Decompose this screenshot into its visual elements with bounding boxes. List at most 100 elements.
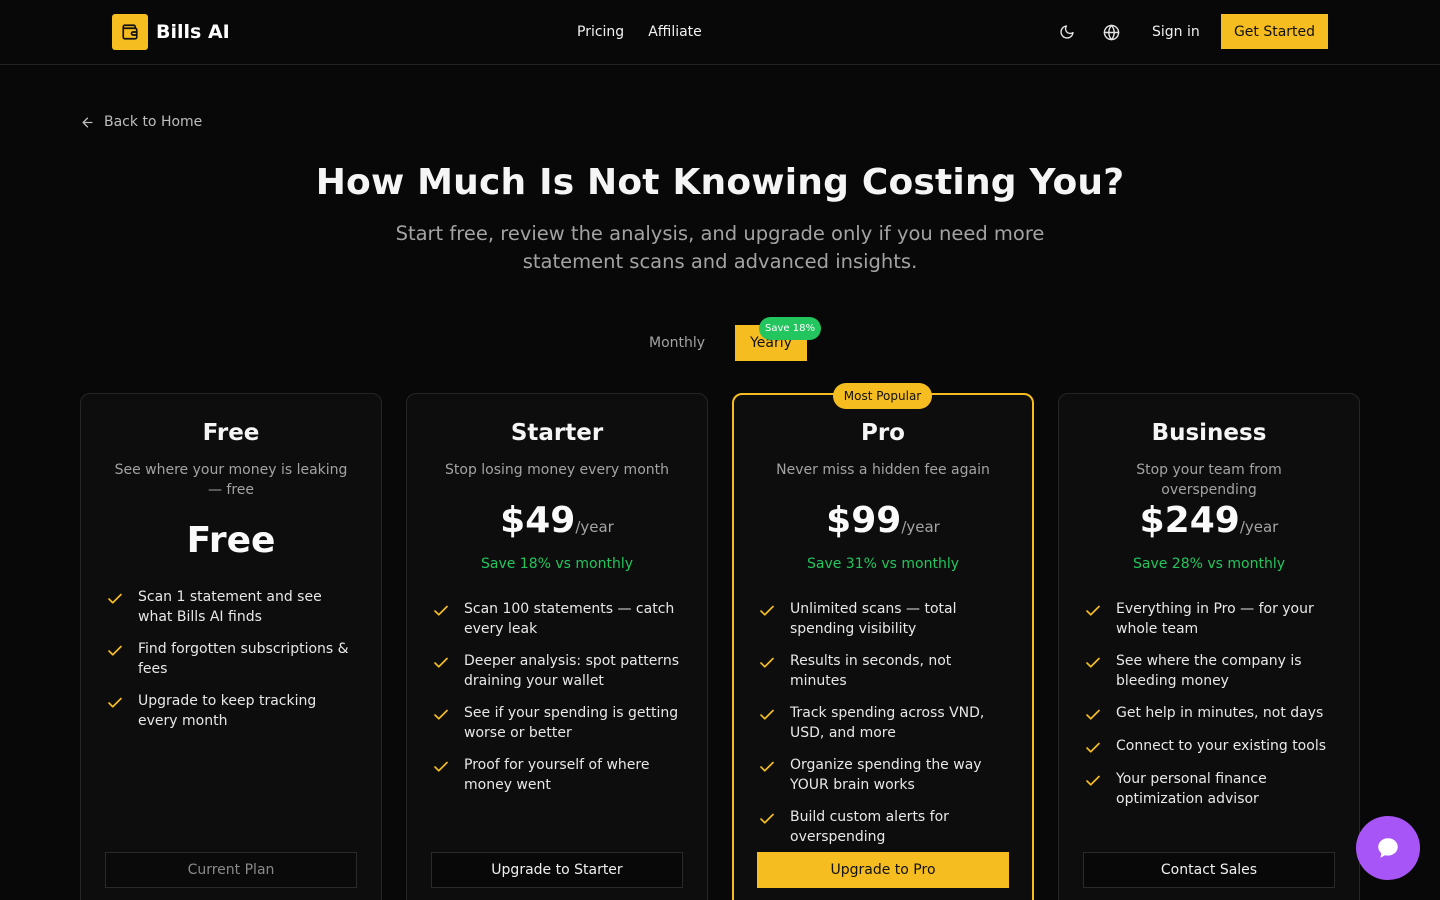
feature-text: Get help in minutes, not days <box>1116 705 1324 721</box>
feature-text: Organize spending the way YOUR brain wor… <box>790 757 982 793</box>
plan-savings: Save 31% vs monthly <box>806 556 960 572</box>
feature-item: Upgrade to keep tracking every month <box>106 691 353 731</box>
plan-price: $49/year <box>407 500 707 541</box>
check-icon <box>434 657 448 668</box>
page-title: How Much Is Not Knowing Costing You? <box>315 162 1125 203</box>
feature-item: Your personal finance optimization advis… <box>1084 769 1331 809</box>
page-subtitle: Start free, review the analysis, and upg… <box>395 222 1045 273</box>
price-amount: $49 <box>500 500 576 541</box>
feature-item: Scan 1 statement and see what Bills AI f… <box>106 587 353 627</box>
check-icon <box>1086 709 1100 720</box>
price-amount: $99 <box>826 500 902 541</box>
top-header: Bills AI Pricing Affiliate Sign in Get S… <box>0 0 1440 65</box>
feature-text: Find forgotten subscriptions & fees <box>138 641 349 677</box>
brand-logo[interactable]: Bills AI <box>112 14 230 50</box>
check-icon <box>108 593 122 604</box>
plan-savings: Save 18% vs monthly <box>480 556 634 572</box>
feature-text: Unlimited scans — total spending visibil… <box>790 601 957 637</box>
main-nav: Pricing Affiliate <box>577 22 702 42</box>
plan-description: Stop losing money every month <box>445 462 669 478</box>
feature-text: Your personal finance optimization advis… <box>1116 771 1267 807</box>
plan-savings: Save 28% vs monthly <box>1132 556 1286 572</box>
billing-toggle-monthly[interactable]: Monthly <box>649 334 705 352</box>
plan-name: Free <box>202 420 260 446</box>
chat-launcher-button[interactable] <box>1356 816 1420 880</box>
check-icon <box>434 709 448 720</box>
feature-text: Upgrade to keep tracking every month <box>138 693 317 729</box>
moon-icon[interactable] <box>1058 23 1076 41</box>
feature-item: Everything in Pro — for your whole team <box>1084 599 1331 639</box>
plan-name: Business <box>1151 420 1267 446</box>
brand-name: Bills AI <box>156 21 230 43</box>
check-icon <box>1086 742 1100 753</box>
feature-text: Deeper analysis: spot patterns draining … <box>464 653 679 689</box>
feature-text: Scan 100 statements — catch every leak <box>464 601 675 637</box>
feature-item: Build custom alerts for overspending <box>758 807 1005 847</box>
feature-text: Proof for yourself of where money went <box>464 757 650 793</box>
feature-text: Results in seconds, not minutes <box>790 653 952 689</box>
wallet-icon <box>112 14 148 50</box>
plan-description: Never miss a hidden fee again <box>776 462 990 478</box>
check-icon <box>1086 657 1100 668</box>
feature-list: Unlimited scans — total spending visibil… <box>758 599 1005 859</box>
feature-list: Scan 100 statements — catch every leak D… <box>432 599 679 807</box>
sign-in-link[interactable]: Sign in <box>1152 22 1200 42</box>
check-icon <box>108 697 122 708</box>
plan-card-starter: Starter Stop losing money every month $4… <box>406 393 708 900</box>
feature-item: Unlimited scans — total spending visibil… <box>758 599 1005 639</box>
feature-text: Everything in Pro — for your whole team <box>1116 601 1314 637</box>
feature-text: Connect to your existing tools <box>1116 738 1326 754</box>
feature-item: Find forgotten subscriptions & fees <box>106 639 353 679</box>
back-to-home-label: Back to Home <box>104 114 203 130</box>
plan-price: Free <box>186 520 276 561</box>
feature-item: Results in seconds, not minutes <box>758 651 1005 691</box>
check-icon <box>434 605 448 616</box>
nav-link-affiliate[interactable]: Affiliate <box>648 22 702 42</box>
most-popular-badge: Most Popular <box>833 383 932 409</box>
plan-name: Starter <box>510 420 604 446</box>
price-period: /year <box>1239 518 1279 536</box>
check-icon <box>1086 775 1100 786</box>
nav-link-pricing[interactable]: Pricing <box>577 22 624 42</box>
contact-sales-button[interactable]: Contact Sales <box>1083 852 1335 888</box>
feature-item: Proof for yourself of where money went <box>432 755 679 795</box>
current-plan-button[interactable]: Current Plan <box>105 852 357 888</box>
price-period: /year <box>575 518 614 536</box>
upgrade-to-pro-button[interactable]: Upgrade to Pro <box>757 852 1009 888</box>
check-icon <box>760 657 774 668</box>
feature-text: Scan 1 statement and see what Bills AI f… <box>138 589 322 625</box>
feature-item: Connect to your existing tools <box>1084 736 1331 757</box>
feature-text: Build custom alerts for overspending <box>790 809 949 845</box>
check-icon <box>760 813 774 824</box>
price-period: /year <box>901 518 940 536</box>
back-to-home-link[interactable]: Back to Home <box>80 114 202 130</box>
feature-item: Scan 100 statements — catch every leak <box>432 599 679 639</box>
plan-description: Stop your team from overspending <box>1136 462 1282 498</box>
check-icon <box>1086 605 1100 616</box>
plan-card-free: Free See where your money is leaking — f… <box>80 393 382 900</box>
check-icon <box>760 761 774 772</box>
feature-item: Get help in minutes, not days <box>1084 703 1331 724</box>
globe-icon[interactable] <box>1102 23 1120 41</box>
plan-card-business: Business Stop your team from overspendin… <box>1058 393 1360 900</box>
feature-item: See where the company is bleeding money <box>1084 651 1331 691</box>
check-icon <box>760 605 774 616</box>
plan-price: $249/year <box>1059 500 1359 541</box>
get-started-button[interactable]: Get Started <box>1221 14 1328 49</box>
check-icon <box>760 709 774 720</box>
plan-price: $99/year <box>734 500 1032 541</box>
feature-item: Deeper analysis: spot patterns draining … <box>432 651 679 691</box>
save-badge: Save 18% <box>759 317 821 340</box>
feature-item: Organize spending the way YOUR brain wor… <box>758 755 1005 795</box>
plan-card-pro: Pro Never miss a hidden fee again $99/ye… <box>732 393 1034 900</box>
arrow-left-icon <box>82 117 93 127</box>
feature-text: See if your spending is getting worse or… <box>464 705 679 741</box>
feature-item: Track spending across VND, USD, and more <box>758 703 1005 743</box>
feature-text: Track spending across VND, USD, and more <box>790 705 985 741</box>
feature-item: See if your spending is getting worse or… <box>432 703 679 743</box>
plan-name: Pro <box>860 420 905 446</box>
chat-bubble-icon <box>1378 838 1398 858</box>
upgrade-to-starter-button[interactable]: Upgrade to Starter <box>431 852 683 888</box>
plan-description: See where your money is leaking — free <box>114 462 348 498</box>
feature-text: See where the company is bleeding money <box>1116 653 1302 689</box>
